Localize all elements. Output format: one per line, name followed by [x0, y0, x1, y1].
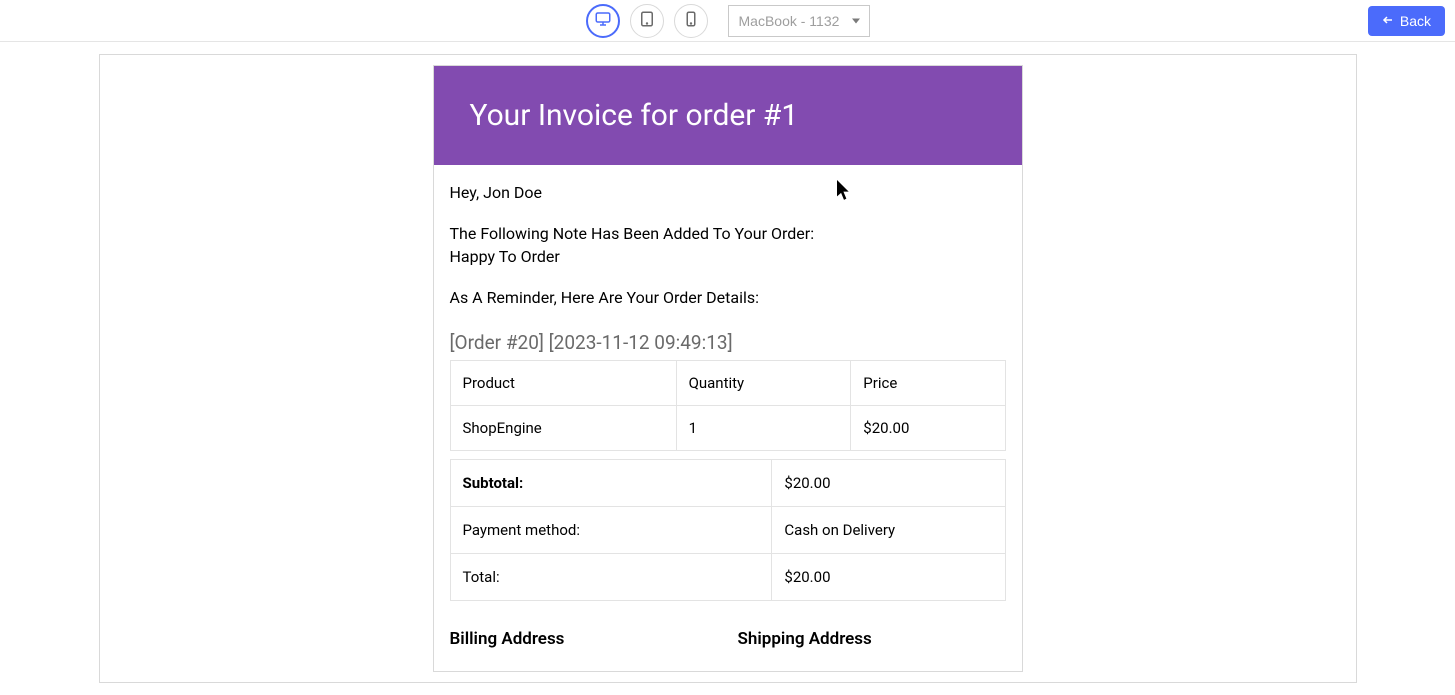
preview-frame: Your Invoice for order #1 Hey, Jon Doe T…	[99, 54, 1357, 683]
subtotal-label: Subtotal:	[450, 460, 772, 507]
summary-row-subtotal: Subtotal: $20.00	[450, 460, 1005, 507]
cell-quantity: 1	[676, 406, 851, 451]
cell-product: ShopEngine	[450, 406, 676, 451]
tablet-icon	[638, 10, 656, 31]
summary-row-total: Total: $20.00	[450, 554, 1005, 601]
summary-row-payment: Payment method: Cash on Delivery	[450, 507, 1005, 554]
order-note-block: The Following Note Has Been Added To You…	[450, 222, 1006, 268]
cell-price: $20.00	[851, 406, 1005, 451]
tablet-device-button[interactable]	[630, 4, 664, 38]
col-price: Price	[851, 361, 1005, 406]
order-reminder: As A Reminder, Here Are Your Order Detai…	[450, 288, 1006, 307]
preview-area: Your Invoice for order #1 Hey, Jon Doe T…	[0, 42, 1455, 695]
shipping-heading: Shipping Address	[738, 629, 1006, 649]
address-columns: Billing Address Shipping Address	[450, 629, 1006, 661]
table-header-row: Product Quantity Price	[450, 361, 1005, 406]
total-value: $20.00	[772, 554, 1005, 601]
email-body: Hey, Jon Doe The Following Note Has Been…	[434, 165, 1022, 671]
back-button-label: Back	[1400, 13, 1431, 29]
order-meta: [Order #20] [2023-11-12 09:49:13]	[450, 331, 1006, 354]
desktop-device-button[interactable]	[586, 4, 620, 38]
mobile-device-button[interactable]	[674, 4, 708, 38]
order-summary-table: Subtotal: $20.00 Payment method: Cash on…	[450, 459, 1006, 601]
device-select[interactable]: MacBook - 1132p	[728, 5, 870, 37]
payment-value: Cash on Delivery	[772, 507, 1005, 554]
email-container: Your Invoice for order #1 Hey, Jon Doe T…	[433, 65, 1023, 672]
desktop-icon	[594, 10, 612, 31]
total-label: Total:	[450, 554, 772, 601]
payment-label: Payment method:	[450, 507, 772, 554]
back-button[interactable]: Back	[1368, 6, 1445, 36]
subtotal-value: $20.00	[772, 460, 1005, 507]
device-controls: MacBook - 1132p	[586, 4, 870, 38]
email-greeting: Hey, Jon Doe	[450, 183, 1006, 202]
note-intro: The Following Note Has Been Added To You…	[450, 224, 815, 243]
arrow-left-icon	[1382, 13, 1394, 29]
billing-address-col: Billing Address	[450, 629, 718, 661]
email-header: Your Invoice for order #1	[434, 66, 1022, 165]
top-bar: MacBook - 1132p Back	[0, 0, 1455, 42]
shipping-address-col: Shipping Address	[738, 629, 1006, 661]
device-select-wrap: MacBook - 1132p	[718, 5, 870, 37]
order-items-table: Product Quantity Price ShopEngine 1 $20.…	[450, 360, 1006, 451]
billing-heading: Billing Address	[450, 629, 718, 649]
mobile-icon	[682, 10, 700, 31]
email-title: Your Invoice for order #1	[470, 98, 986, 133]
col-product: Product	[450, 361, 676, 406]
note-body: Happy To Order	[450, 247, 560, 266]
col-quantity: Quantity	[676, 361, 851, 406]
table-row: ShopEngine 1 $20.00	[450, 406, 1005, 451]
